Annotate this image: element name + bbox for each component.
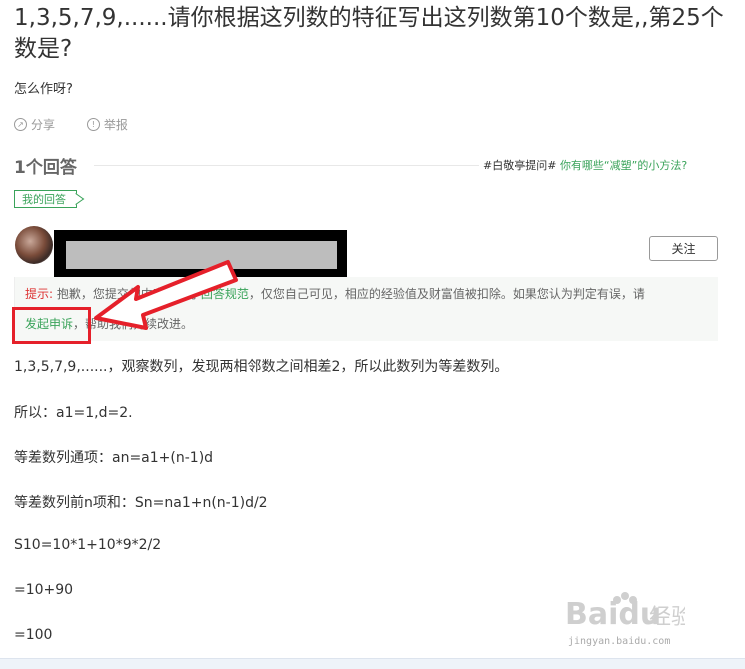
alert-icon: ! [86, 118, 100, 131]
my-answer-tag: 我的回答 [14, 190, 77, 208]
promo-hashtag[interactable]: #白敬亭提问# [483, 159, 556, 172]
share-icon: ↗ [14, 118, 27, 131]
bottom-bar [0, 658, 745, 669]
watermark-url: jingyan.baidu.com [568, 636, 671, 647]
answer-line: 所以：a1=1,d=2. [14, 405, 133, 421]
answer-line: =10+90 [14, 582, 74, 598]
notice-text-1: 抱歉，您提交的内容违反了 [56, 287, 201, 301]
answer-line: S10=10*1+10*9*2/2 [14, 537, 162, 553]
question-title: 1,3,5,7,9,......请你根据这列数的特征写出这列数第10个数是,,第… [14, 5, 724, 62]
answer-line: 等差数列通项：an=a1+(n-1)d [14, 450, 214, 466]
violation-notice: 提示: 抱歉，您提交的内容违反了回答规范，仅您自己可见，相应的经验值及财富值被扣… [14, 277, 718, 341]
watermark-text: 经验 [649, 605, 685, 630]
answer-line: 等差数列前n项和：Sn=na1+n(n-1)d/2 [14, 495, 268, 511]
notice-label: 提示: [25, 287, 54, 301]
share-label: 分享 [31, 118, 56, 132]
answers-count: 1个回答 [14, 158, 77, 178]
question-actions: ↗ 分享 ! 举报 [14, 116, 156, 133]
redacted-username [66, 241, 337, 269]
promo-topic[interactable]: #白敬亭提问# 你有哪些“减塑”的小方法? [483, 157, 687, 173]
avatar[interactable] [15, 226, 53, 264]
report-label: 举报 [103, 118, 128, 132]
notice-text-2: ，仅您自己可见，相应的经验值及财富值被扣除。如果您认为判定有误，请 [248, 287, 645, 301]
answer-line: 1,3,5,7,9,......，观察数列，发现两相邻数之间相差2，所以此数列为… [14, 359, 509, 375]
report-button[interactable]: ! 举报 [86, 116, 128, 133]
notice-text-3: ，帮助我们持续改进。 [73, 317, 194, 331]
answer-line: =100 [14, 627, 53, 643]
baidu-paw-icon: Baidu 经验 [565, 592, 685, 632]
promo-link[interactable]: 你有哪些“减塑”的小方法? [560, 159, 687, 172]
divider [94, 165, 479, 166]
share-button[interactable]: ↗ 分享 [14, 116, 55, 133]
follow-button[interactable]: 关注 [649, 236, 718, 261]
annotation-highlight-box [12, 307, 91, 344]
question-description: 怎么作呀? [14, 82, 73, 97]
answer-rules-link[interactable]: 回答规范 [201, 287, 249, 301]
watermark-brand: Baidu [565, 597, 661, 632]
